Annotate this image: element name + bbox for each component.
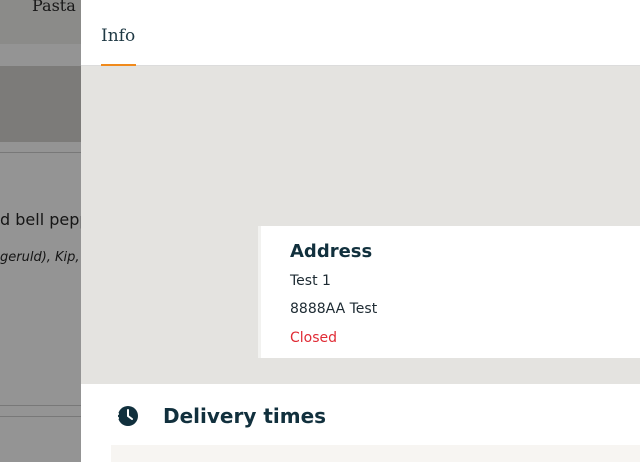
address-heading: Address xyxy=(290,241,373,262)
tab-info[interactable]: Info xyxy=(101,26,135,46)
address-postcode-city: 8888AA Test xyxy=(290,301,378,317)
clock-icon xyxy=(115,406,138,426)
address-card: Address Test 1 8888AA Test Closed xyxy=(258,226,640,358)
delivery-times-heading: Delivery times xyxy=(163,404,327,428)
delivery-times-table xyxy=(111,445,640,462)
delivery-times-section: Delivery times xyxy=(81,384,640,446)
open-status: Closed xyxy=(290,330,338,346)
restaurant-info-drawer: Info Address Test 1 8888AA Test Closed D… xyxy=(81,0,640,462)
address-street: Test 1 xyxy=(290,273,331,289)
drawer-tab-bar: Info xyxy=(81,0,640,66)
